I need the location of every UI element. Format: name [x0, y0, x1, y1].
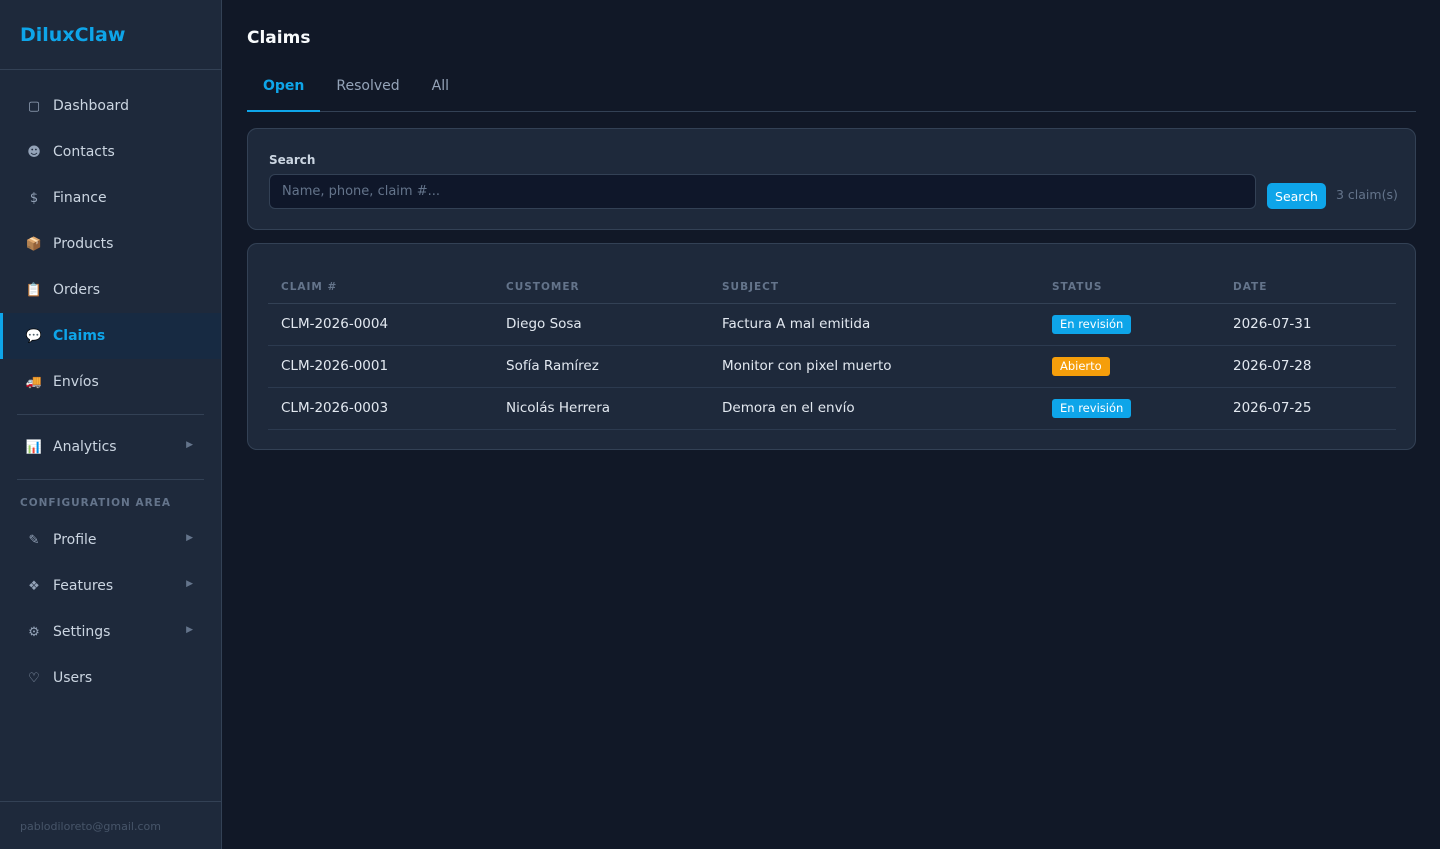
- table-header-row: CLAIM # CUSTOMER SUBJECT STATUS DATE: [268, 272, 1396, 304]
- claims-tabs: Open Resolved All: [247, 72, 1416, 112]
- sidebar-item-label: Finance: [53, 190, 107, 206]
- clipboard-icon: 📋: [25, 282, 43, 298]
- sidebar-item-users[interactable]: ♡ Users: [0, 655, 221, 701]
- sidebar-item-analytics[interactable]: 📊 Analytics ▶: [0, 424, 221, 470]
- chevron-right-icon: ▶: [186, 533, 193, 543]
- claim-number[interactable]: CLM-2026-0001: [268, 345, 493, 388]
- claim-count: 3 claim(s): [1336, 187, 1398, 202]
- square-icon: ▢: [27, 98, 41, 114]
- sidebar-item-label: Contacts: [53, 144, 115, 160]
- gear-icon: ⚙: [28, 624, 40, 640]
- sidebar-item-label: Orders: [53, 282, 101, 298]
- sidebar-item-finance[interactable]: $ Finance: [0, 175, 221, 221]
- customer-name: Sofía Ramírez: [493, 345, 709, 388]
- sidebar-item-label: Settings: [53, 624, 111, 640]
- truck-icon: 🚚: [25, 374, 43, 390]
- column-header-claim[interactable]: CLAIM #: [268, 272, 493, 304]
- column-header-date[interactable]: DATE: [1220, 272, 1396, 304]
- chart-icon: 📊: [25, 439, 43, 455]
- tab-resolved[interactable]: Resolved: [320, 72, 415, 112]
- tab-open[interactable]: Open: [247, 72, 321, 112]
- chevron-right-icon: ▶: [186, 625, 193, 635]
- sidebar-item-products[interactable]: 📦 Products: [0, 221, 221, 267]
- status-cell: En revisión: [1039, 303, 1220, 346]
- sidebar-divider: [17, 479, 204, 480]
- sidebar-item-label: Users: [53, 670, 93, 686]
- customer-name: Nicolás Herrera: [493, 387, 709, 430]
- status-cell: Abierto: [1039, 345, 1220, 388]
- sidebar-item-profile[interactable]: ✎ Profile ▶: [0, 517, 221, 563]
- table-row[interactable]: CLM-2026-0001 Sofía Ramírez Monitor con …: [268, 345, 1396, 388]
- claims-table: CLAIM # CUSTOMER SUBJECT STATUS DATE CLM…: [268, 272, 1396, 430]
- claim-subject: Monitor con pixel muerto: [709, 345, 1039, 388]
- brand-logo[interactable]: DiluxClaw: [0, 0, 221, 70]
- sidebar-item-label: Profile: [53, 532, 97, 548]
- column-header-customer[interactable]: CUSTOMER: [493, 272, 709, 304]
- sidebar-item-dashboard[interactable]: ▢ Dashboard: [0, 83, 221, 129]
- pencil-icon: ✎: [28, 532, 40, 548]
- claim-subject: Factura A mal emitida: [709, 303, 1039, 346]
- claims-table-card: CLAIM # CUSTOMER SUBJECT STATUS DATE CLM…: [247, 243, 1416, 450]
- sidebar-item-label: Products: [53, 236, 114, 252]
- sidebar: DiluxClaw ▢ Dashboard ☻ Contacts $ Finan…: [0, 0, 222, 849]
- search-button[interactable]: Search: [1267, 183, 1326, 209]
- status-badge: Abierto: [1052, 356, 1110, 376]
- status-badge: En revisión: [1052, 314, 1132, 334]
- claim-date: 2026-07-31: [1220, 303, 1396, 346]
- section-label-configuration: CONFIGURATION AREA: [20, 497, 171, 509]
- chevron-right-icon: ▶: [186, 440, 193, 450]
- claim-number[interactable]: CLM-2026-0003: [268, 387, 493, 430]
- search-label: Search: [269, 153, 316, 167]
- claim-number[interactable]: CLM-2026-0004: [268, 303, 493, 346]
- status-cell: En revisión: [1039, 387, 1220, 430]
- shield-icon: ♡: [28, 670, 40, 686]
- package-icon: 📦: [25, 236, 43, 252]
- claim-subject: Demora en el envío: [709, 387, 1039, 430]
- sidebar-nav: ▢ Dashboard ☻ Contacts $ Finance 📦 Produ…: [0, 70, 221, 701]
- search-input[interactable]: [269, 174, 1256, 209]
- sidebar-item-envios[interactable]: 🚚 Envíos: [0, 359, 221, 405]
- table-row[interactable]: CLM-2026-0004 Diego Sosa Factura A mal e…: [268, 303, 1396, 346]
- sidebar-item-features[interactable]: ❖ Features ▶: [0, 563, 221, 609]
- column-header-subject[interactable]: SUBJECT: [709, 272, 1039, 304]
- sidebar-item-settings[interactable]: ⚙ Settings ▶: [0, 609, 221, 655]
- search-card: Search Search 3 claim(s): [247, 128, 1416, 230]
- status-badge: En revisión: [1052, 398, 1132, 418]
- sidebar-divider: [17, 414, 204, 415]
- chevron-right-icon: ▶: [186, 579, 193, 589]
- table-row[interactable]: CLM-2026-0003 Nicolás Herrera Demora en …: [268, 387, 1396, 430]
- speech-bubble-icon: 💬: [25, 328, 43, 344]
- customer-name: Diego Sosa: [493, 303, 709, 346]
- sidebar-item-orders[interactable]: 📋 Orders: [0, 267, 221, 313]
- page-title: Claims: [247, 28, 311, 48]
- sidebar-item-contacts[interactable]: ☻ Contacts: [0, 129, 221, 175]
- sidebar-item-claims[interactable]: 💬 Claims: [0, 313, 221, 359]
- sidebar-item-label: Analytics: [53, 439, 117, 455]
- column-header-status[interactable]: STATUS: [1039, 272, 1220, 304]
- sidebar-item-label: Features: [53, 578, 114, 594]
- user-email: pablodiloreto@gmail.com: [0, 801, 221, 849]
- sidebar-item-label: Envíos: [53, 374, 99, 390]
- dollar-icon: $: [29, 190, 39, 206]
- user-icon: ☻: [27, 144, 41, 160]
- sidebar-item-label: Dashboard: [53, 98, 129, 114]
- sidebar-item-label: Claims: [53, 328, 106, 344]
- claim-date: 2026-07-25: [1220, 387, 1396, 430]
- tab-all[interactable]: All: [416, 72, 465, 112]
- diamond-icon: ❖: [28, 578, 40, 594]
- claim-date: 2026-07-28: [1220, 345, 1396, 388]
